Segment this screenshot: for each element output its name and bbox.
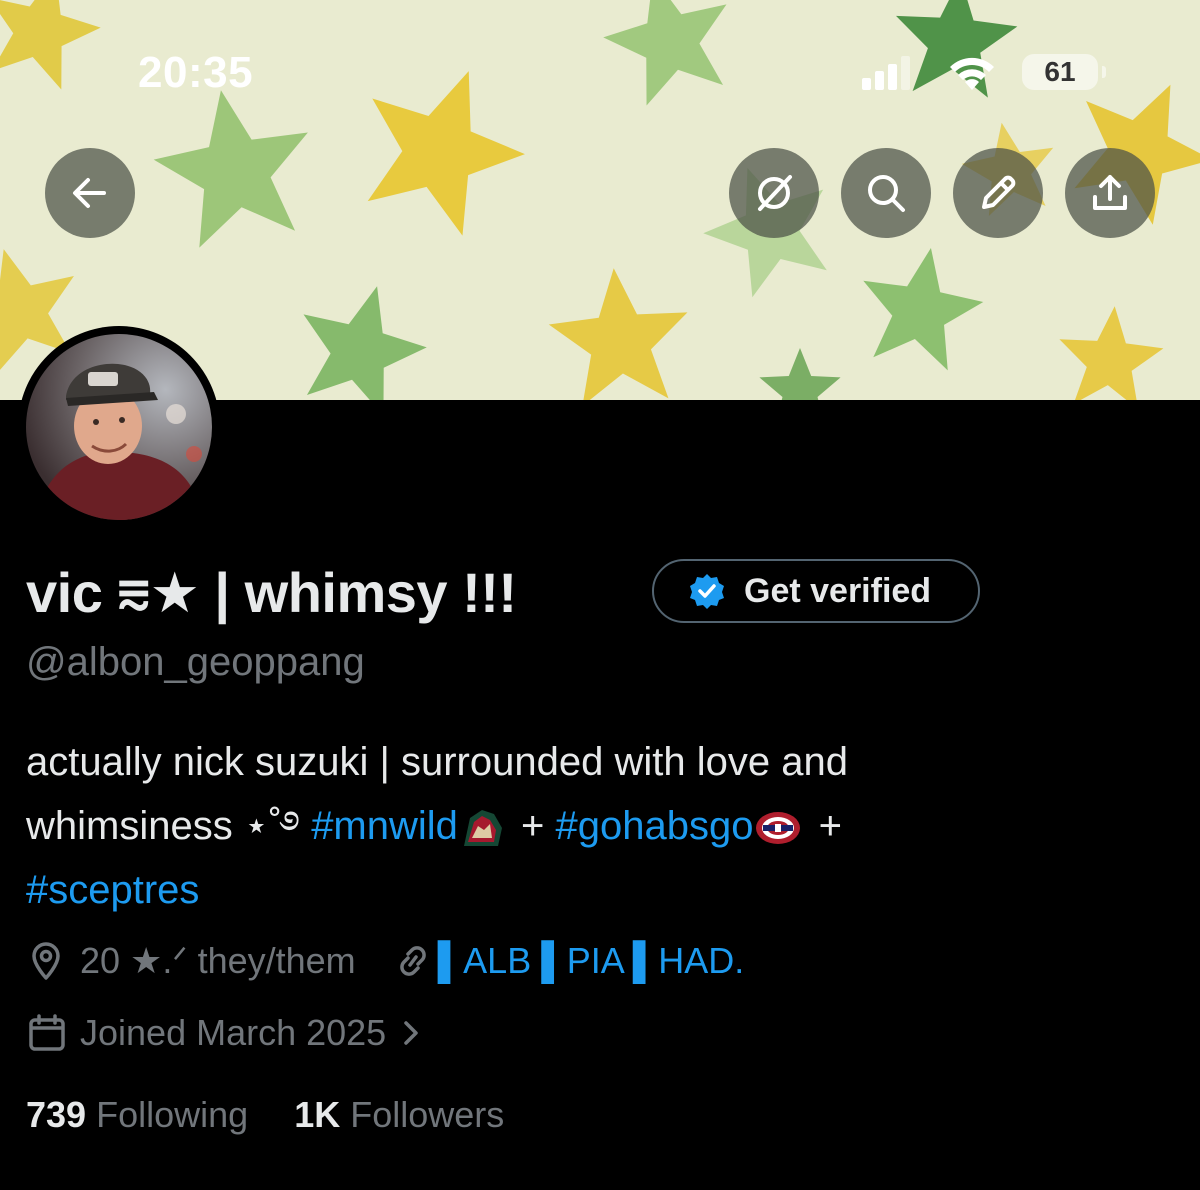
joined-row[interactable]: Joined March 2025 bbox=[26, 1012, 426, 1054]
following-link[interactable]: 739 Following bbox=[26, 1094, 248, 1135]
status-time: 20:35 bbox=[138, 48, 254, 97]
following-count: 739 bbox=[26, 1094, 87, 1135]
search-icon bbox=[868, 175, 905, 212]
share-button[interactable] bbox=[1065, 148, 1155, 238]
bio-plus-2: + bbox=[807, 804, 842, 848]
followers-link[interactable]: 1K Followers bbox=[294, 1094, 504, 1135]
location-text: 20 ★.ᐟ they/them bbox=[80, 940, 356, 981]
wifi-icon bbox=[950, 57, 994, 90]
avatar-container[interactable] bbox=[18, 326, 220, 528]
hashtag-mnwild[interactable]: #mnwild bbox=[311, 804, 458, 848]
grok-button[interactable] bbox=[729, 148, 819, 238]
wild-logo-icon bbox=[463, 810, 502, 847]
username-handle: @albon_geoppang bbox=[26, 640, 365, 684]
status-icons: 61 bbox=[862, 54, 1112, 94]
joined-date-text: Joined March 2025 bbox=[80, 1012, 387, 1053]
battery-level: 61 bbox=[1044, 56, 1076, 87]
back-button[interactable] bbox=[45, 148, 135, 238]
search-button[interactable] bbox=[841, 148, 931, 238]
location-pin-icon bbox=[32, 942, 60, 980]
share-icon bbox=[1093, 175, 1127, 210]
followers-label: Followers bbox=[350, 1094, 505, 1135]
calendar-icon bbox=[29, 1014, 65, 1051]
display-name: vic ⩳★ | whimsy !!! bbox=[26, 561, 517, 624]
bio-plus-1: + bbox=[509, 804, 556, 848]
verified-badge-icon bbox=[690, 574, 724, 609]
follow-counts: 739 Following 1K Followers bbox=[26, 1094, 504, 1136]
bio-line-2: whimsiness ⋆˚࿔ #mnwild + #gohabsgo + bbox=[26, 794, 1176, 858]
canadiens-logo-icon bbox=[756, 812, 801, 845]
link-icon bbox=[399, 946, 426, 976]
get-verified-label: Get verified bbox=[744, 571, 932, 610]
get-verified-button[interactable]: Get verified bbox=[652, 559, 980, 623]
pencil-icon bbox=[982, 175, 1016, 209]
profile-meta-row: 20 ★.ᐟ they/them ▌ALB ▌PIA ▌HAD. bbox=[26, 940, 744, 982]
website-link[interactable]: ▌ALB ▌PIA ▌HAD. bbox=[438, 940, 745, 982]
signal-icon bbox=[862, 56, 910, 90]
profile-banner[interactable]: 20:35 61 bbox=[0, 0, 1200, 400]
followers-count: 1K bbox=[294, 1094, 341, 1135]
following-label: Following bbox=[96, 1094, 249, 1135]
profile-bio: actually nick suzuki | surrounded with l… bbox=[26, 730, 1176, 922]
chevron-right-icon bbox=[404, 1021, 418, 1045]
edit-button[interactable] bbox=[953, 148, 1043, 238]
battery-icon: 61 bbox=[1022, 54, 1106, 90]
bio-line-3: #sceptres bbox=[26, 858, 1176, 922]
grok-icon bbox=[758, 175, 792, 211]
bio-line-1: actually nick suzuki | surrounded with l… bbox=[26, 740, 848, 784]
avatar[interactable] bbox=[26, 334, 212, 520]
bio-text-whimsiness: whimsiness ⋆˚࿔ bbox=[26, 804, 312, 848]
back-arrow-icon bbox=[73, 178, 106, 208]
hashtag-gohabsgo[interactable]: #gohabsgo bbox=[556, 804, 754, 848]
hashtag-sceptres[interactable]: #sceptres bbox=[26, 868, 199, 912]
avatar-photo bbox=[26, 334, 212, 520]
